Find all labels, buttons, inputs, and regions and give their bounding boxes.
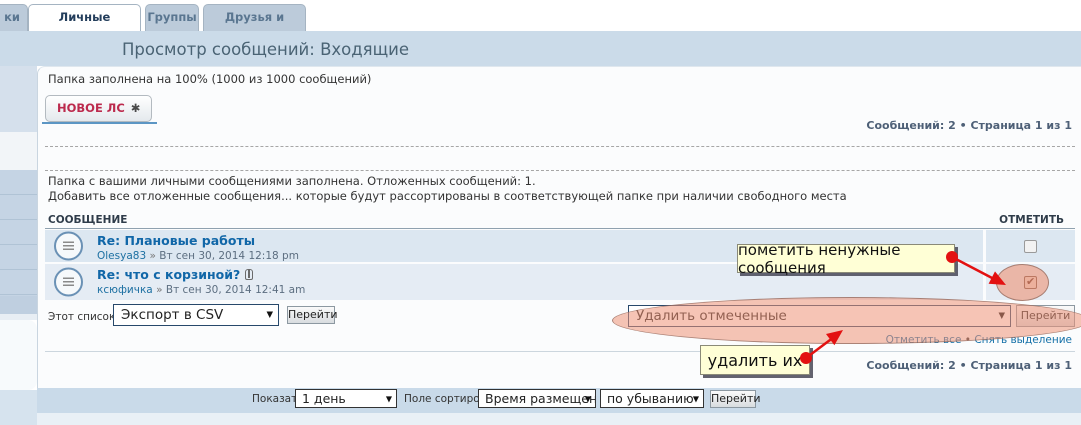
pagination-top: Сообщений: 2 • Страница 1 из 1 [866,119,1072,132]
highlight-ellipse-checkbox [996,264,1049,301]
message-date: Вт сен 30, 2014 12:18 pm [159,250,299,262]
bottom-strip [37,413,1081,425]
new-pm-button[interactable]: НОВОЕ ЛС ✱ [45,95,152,122]
sidebar-folder-item [0,296,37,314]
pm-message-icon [54,232,83,261]
tab-settings-partial[interactable]: ки [0,4,28,31]
new-pm-label: НОВОЕ ЛС [57,101,125,115]
sort-direction-select[interactable]: по убыванию [600,389,704,408]
export-select[interactable]: Экспорт в CSV [113,304,279,326]
section-divider [45,351,1075,352]
tab-private-messages[interactable]: Личные сообщения [28,4,141,31]
sidebar-strip [0,132,37,170]
sidebar-folder-list [0,170,37,296]
tab-friends-foes[interactable]: Друзья и недруги [203,4,306,31]
highlight-ellipse-delete [612,297,1081,344]
folder-usage-bar [42,122,157,124]
export-go-button[interactable]: Перейти [287,306,335,324]
sort-field-select[interactable]: Время размещения [478,389,596,408]
column-header-message: СООБЩЕНИЕ [48,214,127,226]
folder-full-notice: Папка с вашими личными сообщениями запол… [48,174,536,188]
author-date-separator: » [149,250,155,262]
annotation-mark-messages: пометить ненужные сообщения [737,244,955,273]
tab-groups[interactable]: Группы [145,4,199,31]
dashed-divider [45,146,1075,147]
message-title-link[interactable]: Re: что с корзиной? [97,267,305,282]
message-title-link[interactable]: Re: Плановые работы [97,233,299,248]
table-header-rule [45,228,1075,229]
folder-quota-text: Папка заполнена на 100% (1000 из 1000 со… [48,72,371,86]
private-messages-page: ки Личные сообщения Группы Друзья и недр… [0,0,1081,425]
display-period-select[interactable]: 1 день [295,389,397,408]
dashed-divider [45,170,1075,171]
queued-messages-notice: Добавить все отложенные сообщения... кот… [48,189,847,203]
attachment-icon [245,269,253,280]
mark-cell [983,230,1075,262]
footer-go-button[interactable]: Перейти [710,390,756,408]
pagination-bottom: Сообщений: 2 • Страница 1 из 1 [866,359,1072,372]
sidebar-strip [0,66,37,132]
asterisk-icon: ✱ [131,101,141,115]
sidebar-panel [0,320,37,390]
author-link[interactable]: ксюфичка [97,284,153,296]
message-date: Вт сен 30, 2014 12:41 am [166,284,305,296]
column-header-mark: ОТМЕТИТЬ [999,214,1064,226]
annotation-delete: удалить их [700,345,810,375]
pm-message-icon [54,268,83,297]
author-date-separator: » [156,284,162,296]
page-title: Просмотр сообщений: Входящие [122,40,409,59]
author-link[interactable]: Olesya83 [97,250,146,262]
sidebar-strip [0,390,37,425]
list-actions-label: Этот список: [48,311,119,323]
mark-checkbox[interactable] [1024,240,1037,253]
